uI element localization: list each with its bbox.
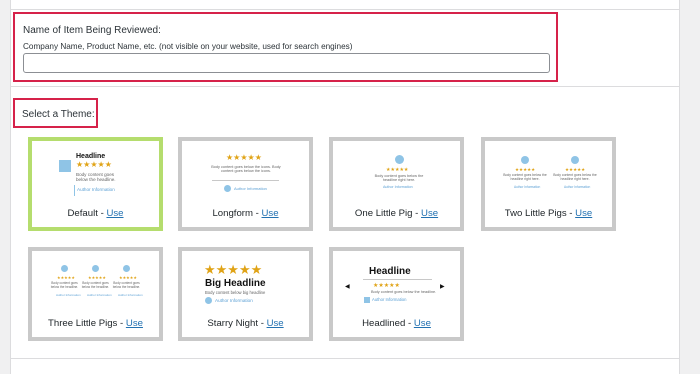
use-theme-link[interactable]: Use xyxy=(421,208,438,219)
preview-body: Body content goes below the headline. xyxy=(76,172,116,183)
preview-avatar-dot xyxy=(521,156,529,164)
review-settings-panel: Name of Item Being Reviewed: Company Nam… xyxy=(10,0,680,374)
preview-headline: Headline xyxy=(76,153,106,160)
name-field-help: Company Name, Product Name, etc. (not vi… xyxy=(23,42,353,51)
theme-card-default[interactable]: Headline ★★★★★ Body content goes below t… xyxy=(28,137,163,231)
preview-avatar-dot xyxy=(224,185,231,192)
preview-author: Author Information xyxy=(56,293,81,297)
divider xyxy=(11,9,679,10)
preview-body: Body content goes below the headline rig… xyxy=(553,173,597,181)
preview-avatar-dot xyxy=(395,155,404,164)
theme-preview-starry-night: ★★★★★ Big Headline Body content below bi… xyxy=(182,251,309,313)
preview-author: Author Information xyxy=(372,297,407,302)
preview-rule xyxy=(212,180,279,181)
theme-preview-three-little-pigs: ★★★★★ Body content goes below the headli… xyxy=(32,251,159,313)
preview-body: Body content goes below the headline rig… xyxy=(374,174,424,183)
theme-preview-longform: ★★★★★ Body content goes below the icons.… xyxy=(182,141,309,203)
preview-author: Author Information xyxy=(118,293,143,297)
next-arrow-icon: ▶ xyxy=(440,284,445,290)
theme-name: Starry Night xyxy=(207,318,259,329)
preview-stars: ★★★★★ xyxy=(76,160,112,169)
preview-stars: ★★★★★ xyxy=(204,262,263,277)
preview-body: Body content goes below the headline. xyxy=(371,290,437,294)
use-theme-link[interactable]: Use xyxy=(575,208,592,219)
preview-author: Author Information xyxy=(234,186,267,191)
preview-stars: ★★★★★ xyxy=(565,167,586,172)
preview-avatar-dot xyxy=(205,297,212,304)
theme-card-starry-night[interactable]: ★★★★★ Big Headline Body content below bi… xyxy=(178,247,313,341)
preview-stars: ★★★★★ xyxy=(57,275,75,280)
preview-body: Body content goes below the icons. Body … xyxy=(211,165,281,174)
preview-avatar-dot xyxy=(571,156,579,164)
preview-author: Author Information xyxy=(77,187,115,192)
theme-card-headlined[interactable]: Headline ◀ ▶ ★★★★★ Body content goes bel… xyxy=(329,247,464,341)
preview-author: Author Information xyxy=(215,298,253,303)
preview-image-icon xyxy=(364,297,370,303)
theme-name: Three Little Pigs xyxy=(48,318,118,329)
item-name-input[interactable] xyxy=(23,53,550,73)
preview-big-headline: Big Headline xyxy=(205,278,266,289)
preview-stars: ★★★★★ xyxy=(119,275,137,280)
divider xyxy=(11,86,679,87)
theme-name: Headlined xyxy=(362,318,406,329)
theme-card-two-little-pigs[interactable]: ★★★★★ Body content goes below the headli… xyxy=(481,137,616,231)
preview-author: Author Information xyxy=(383,185,413,189)
theme-label-highlight: Select a Theme: xyxy=(13,98,98,128)
use-theme-link[interactable]: Use xyxy=(267,318,284,329)
preview-body: Body content goes below the headline. xyxy=(112,281,141,289)
theme-card-three-little-pigs[interactable]: ★★★★★ Body content goes below the headli… xyxy=(28,247,163,341)
preview-image-icon xyxy=(59,160,71,172)
theme-preview-headlined: Headline ◀ ▶ ★★★★★ Body content goes bel… xyxy=(333,251,460,313)
use-theme-link[interactable]: Use xyxy=(414,318,431,329)
theme-card-one-little-pig[interactable]: ★★★★★ Body content goes below the headli… xyxy=(329,137,464,231)
preview-stars: ★★★★★ xyxy=(226,153,262,162)
preview-stars: ★★★★★ xyxy=(373,283,400,289)
preview-headline: Headline xyxy=(369,266,411,277)
prev-arrow-icon: ◀ xyxy=(345,284,350,290)
use-theme-link[interactable]: Use xyxy=(262,208,279,219)
preview-avatar-dot xyxy=(123,265,130,272)
theme-preview-two-little-pigs: ★★★★★ Body content goes below the headli… xyxy=(485,141,612,203)
preview-accent-line xyxy=(74,185,75,196)
theme-preview-one-little-pig: ★★★★★ Body content goes below the headli… xyxy=(333,141,460,203)
theme-name: One Little Pig xyxy=(354,208,413,219)
preview-body: Body content below big headline xyxy=(205,290,266,295)
preview-avatar-dot xyxy=(61,265,68,272)
use-theme-link[interactable]: Use xyxy=(126,318,143,329)
name-field-highlight: Name of Item Being Reviewed: Company Nam… xyxy=(13,12,558,82)
preview-stars: ★★★★★ xyxy=(88,275,106,280)
theme-name: Longform xyxy=(212,208,253,219)
theme-card-longform[interactable]: ★★★★★ Body content goes below the icons.… xyxy=(178,137,313,231)
preview-author: Author Information xyxy=(514,185,541,189)
preview-stars: ★★★★★ xyxy=(386,167,409,173)
preview-body: Body content goes below the headline rig… xyxy=(503,173,547,181)
theme-section-label: Select a Theme: xyxy=(22,109,95,120)
name-field-label: Name of Item Being Reviewed: xyxy=(23,25,161,36)
use-theme-link[interactable]: Use xyxy=(106,208,123,219)
preview-avatar-dot xyxy=(92,265,99,272)
preview-stars: ★★★★★ xyxy=(515,167,536,172)
preview-body: Body content goes below the headline. xyxy=(50,281,79,289)
theme-preview-default: Headline ★★★★★ Body content goes below t… xyxy=(32,141,159,203)
theme-name: Two Little Pigs xyxy=(504,208,567,219)
theme-name: Default xyxy=(67,208,98,219)
divider xyxy=(11,358,679,359)
preview-author: Author Information xyxy=(87,293,112,297)
preview-body: Body content goes below the headline. xyxy=(81,281,110,289)
preview-author: Author Information xyxy=(564,185,591,189)
preview-rule xyxy=(363,279,432,280)
